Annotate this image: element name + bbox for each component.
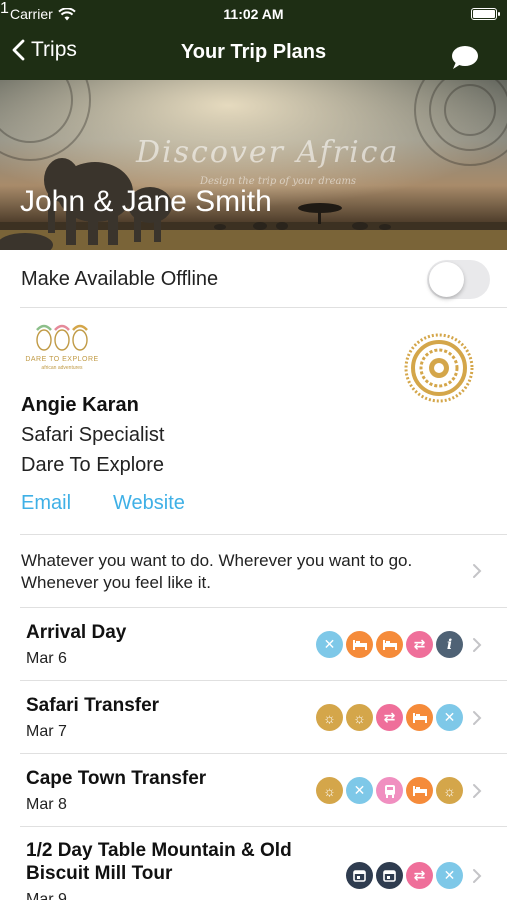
divider [20, 534, 507, 535]
dining-icon: ✕ [316, 631, 343, 658]
chevron-right-icon [473, 711, 482, 725]
day-title-line1: 1/2 Day Table Mountain & Old [26, 840, 292, 861]
dining-icon: ✕ [346, 777, 373, 804]
day-title: Cape Town Transfer [26, 768, 207, 789]
day-icons: ⇄ ✕ [346, 862, 463, 889]
agent-role: Safari Specialist [21, 424, 165, 446]
page-title: Your Trip Plans [180, 41, 327, 63]
offline-row: Make Available Offline [0, 250, 507, 308]
sun-emblem-icon [404, 333, 474, 403]
activity-icon: ☼ [436, 777, 463, 804]
activity-icon: ☼ [316, 777, 343, 804]
hotel-icon [406, 704, 433, 731]
faces-logo-icon [36, 324, 88, 351]
day-date: Mar 7 [26, 723, 67, 740]
calendar-icon [346, 862, 373, 889]
trip-description[interactable]: Whatever you want to do. Wherever you wa… [21, 550, 441, 594]
day-title-line2: Biscuit Mill Tour [26, 863, 173, 884]
day-title: Safari Transfer [26, 695, 160, 716]
email-link[interactable]: Email [21, 492, 71, 515]
transfer-icon: ⇄ [406, 862, 433, 889]
hero-brand-text: Discover Africa [136, 135, 400, 170]
day-icons: ☼ ✕ ☼ [316, 777, 463, 804]
transfer-icon: ⇄ [406, 631, 433, 658]
offline-toggle[interactable] [427, 260, 490, 299]
nav-bar: Trips Your Trip Plans [0, 30, 507, 80]
chevron-right-icon [473, 564, 482, 578]
chat-icon [452, 46, 478, 69]
chevron-right-icon [473, 638, 482, 652]
info-icon: i [436, 631, 463, 658]
hero-banner: Discover Africa Design the trip of your … [0, 80, 507, 250]
transfer-icon: ⇄ [376, 704, 403, 731]
dining-icon: ✕ [436, 862, 463, 889]
hotel-icon [346, 631, 373, 658]
rail-icon [376, 777, 403, 804]
website-link[interactable]: Website [113, 492, 185, 515]
toggle-knob [429, 262, 464, 297]
status-time: 11:02 AM [223, 6, 284, 22]
day-icons: ✕ ⇄ i [316, 631, 463, 658]
day-title: Arrival Day [26, 622, 127, 643]
day-date: Mar 8 [26, 796, 67, 813]
traveler-names: John & Jane Smith [20, 185, 272, 218]
status-bar: Carrier 11:02 AM [0, 0, 507, 30]
itinerary-day[interactable]: 1/2 Day Table Mountain & Old Biscuit Mil… [0, 827, 507, 900]
day-date: Mar 6 [26, 650, 67, 667]
hotel-icon [406, 777, 433, 804]
day-icons: ☼ ☼ ⇄ ✕ [316, 704, 463, 731]
calendar-icon [376, 862, 403, 889]
itinerary-day[interactable]: Safari Transfer Mar 7 ☼ ☼ ⇄ ✕ [0, 681, 507, 754]
hotel-icon [376, 631, 403, 658]
activity-icon: ☼ [346, 704, 373, 731]
day-date: Mar 9 [26, 891, 67, 900]
battery-icon [471, 8, 500, 20]
logo-subcaption: african adventures [41, 365, 83, 371]
top-bar: Carrier 11:02 AM Trips Your Trip Plans 1 [0, 0, 507, 80]
day-title: 1/2 Day Table Mountain & Old Biscuit Mil… [26, 839, 292, 885]
agent-name: Angie Karan [21, 394, 139, 416]
activity-icon: ☼ [316, 704, 343, 731]
dining-icon: ✕ [436, 704, 463, 731]
logo-caption: DARE TO EXPLORE [25, 356, 99, 363]
chevron-right-icon [473, 869, 482, 883]
itinerary-day[interactable]: Arrival Day Mar 6 ✕ ⇄ i [0, 608, 507, 681]
itinerary-day[interactable]: Cape Town Transfer Mar 8 ☼ ✕ ☼ [0, 754, 507, 827]
offline-label: Make Available Offline [21, 268, 219, 290]
agency-logo: DARE TO EXPLORE african adventures [20, 320, 104, 376]
messages-button[interactable] [441, 36, 481, 72]
divider [20, 307, 507, 308]
agent-company: Dare To Explore [21, 454, 165, 476]
chevron-right-icon [473, 784, 482, 798]
